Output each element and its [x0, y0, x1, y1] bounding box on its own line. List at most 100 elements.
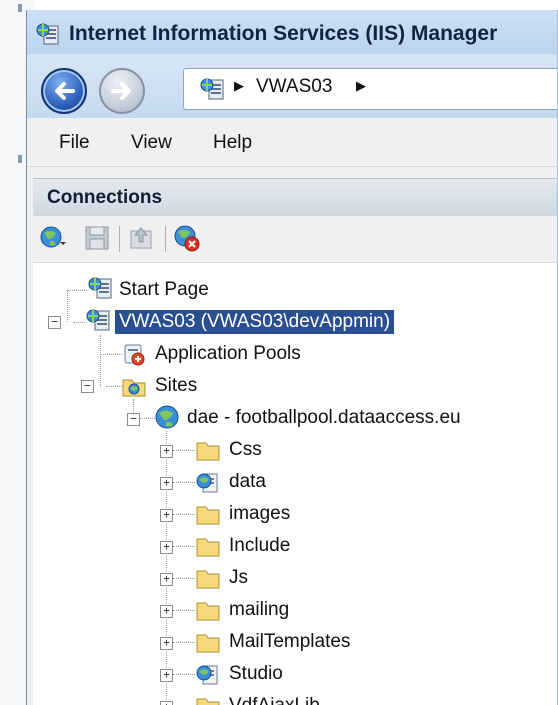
tree-connector [106, 386, 122, 388]
forward-button[interactable] [99, 68, 145, 114]
tree-item-folder[interactable]: MailTemplates [225, 627, 354, 657]
tree-connector [139, 418, 155, 420]
tree-item-folder[interactable]: images [225, 499, 294, 529]
tree-connector [173, 450, 195, 452]
upload-icon[interactable] [127, 224, 155, 252]
tree-item-application[interactable]: data [225, 467, 270, 497]
title-bar[interactable]: Internet Information Services (IIS) Mana… [27, 10, 558, 54]
tree-item-label: data [229, 471, 266, 492]
expand-toggle-icon[interactable]: + [160, 445, 173, 458]
tree-connector [67, 290, 87, 292]
tree-connector [166, 431, 168, 705]
toolbar-separator [119, 226, 120, 252]
connections-toolbar [33, 216, 558, 262]
sites-folder-icon [122, 379, 146, 397]
tree-connector [67, 290, 69, 322]
tree-item-start-page[interactable]: Start Page [115, 275, 213, 305]
folder-icon [196, 538, 220, 557]
address-bar[interactable]: ▶ VWAS03 ▶ [183, 68, 558, 110]
tree-connector [100, 335, 102, 387]
tree-connector [173, 642, 195, 644]
toolbar-separator [165, 226, 166, 252]
tree-connector [173, 578, 195, 580]
tree-item-application-pools[interactable]: Application Pools [151, 339, 305, 369]
expand-toggle-icon[interactable]: + [160, 637, 173, 650]
tree-item-label: Js [229, 567, 248, 588]
window-title: Internet Information Services (IIS) Mana… [69, 22, 498, 45]
menu-bar: File View Help [27, 118, 558, 167]
connections-title: Connections [47, 187, 163, 208]
tree-item-application[interactable]: Studio [225, 659, 287, 689]
tree-connector [173, 674, 195, 676]
disconnect-icon[interactable] [173, 224, 201, 252]
folder-icon [196, 506, 220, 525]
tree-item-server[interactable]: VWAS03 (VWAS03\devAppmin) [115, 307, 395, 337]
tree-item-label: mailing [229, 599, 290, 620]
breadcrumb-server[interactable]: VWAS03 [256, 76, 332, 98]
folder-icon [196, 698, 220, 705]
tree-connector [173, 546, 195, 548]
expand-toggle-icon[interactable]: + [160, 477, 173, 490]
tree-item-label: VWAS03 (VWAS03\devAppmin) [115, 310, 395, 334]
server-icon [200, 78, 224, 100]
expand-toggle-icon[interactable]: + [160, 605, 173, 618]
tree-item-sites[interactable]: Sites [151, 371, 201, 401]
tree-item-folder[interactable]: VdfAjaxLib [225, 691, 324, 705]
menu-view[interactable]: View [131, 132, 172, 154]
tree-connector [73, 322, 85, 324]
tree-connector [173, 610, 195, 612]
application-icon [196, 665, 218, 685]
tree-item-site[interactable]: dae - footballpool.dataaccess.eu [183, 403, 465, 433]
desktop-mark [18, 155, 22, 163]
collapse-toggle-icon[interactable]: − [81, 380, 94, 393]
tree-item-label: MailTemplates [229, 631, 351, 652]
tree-connector [173, 514, 195, 516]
connections-tree: Start Page − VWAS03 (VWAS03\devAppmin) A… [33, 262, 558, 705]
expand-toggle-icon[interactable]: + [160, 509, 173, 522]
collapse-toggle-icon[interactable]: − [48, 316, 61, 329]
tree-item-label: Application Pools [155, 343, 301, 364]
website-globe-icon [155, 405, 179, 429]
tree-item-label: Include [229, 535, 291, 556]
tree-item-folder[interactable]: Js [225, 563, 252, 593]
expand-toggle-icon[interactable]: + [160, 669, 173, 682]
application-pools-icon [124, 344, 145, 366]
folder-icon [196, 634, 220, 653]
expand-toggle-icon[interactable]: + [160, 573, 173, 586]
iis-manager-window: Internet Information Services (IIS) Mana… [26, 10, 558, 705]
tree-item-folder[interactable]: Include [225, 531, 294, 561]
expand-toggle-icon[interactable]: + [160, 701, 173, 705]
application-icon [196, 473, 218, 493]
menu-help[interactable]: Help [213, 132, 252, 154]
tree-item-label: VdfAjaxLib [225, 694, 324, 705]
tree-item-label: dae - footballpool.dataaccess.eu [187, 407, 461, 428]
server-icon [88, 277, 112, 299]
folder-icon [196, 442, 220, 461]
tree-item-label: Sites [155, 375, 198, 396]
navigation-bar: ▶ VWAS03 ▶ [27, 54, 558, 119]
tree-item-label: Studio [229, 663, 283, 684]
tree-connector [100, 354, 122, 356]
expand-toggle-icon[interactable]: + [160, 541, 173, 554]
tree-item-folder[interactable]: Css [225, 435, 266, 465]
tree-item-label: Css [229, 439, 262, 460]
tree-item-folder[interactable]: mailing [225, 595, 293, 625]
desktop-mark [18, 4, 22, 12]
connections-header: Connections [33, 178, 558, 218]
server-icon [86, 309, 110, 331]
forward-arrow-icon [111, 82, 131, 100]
save-icon[interactable] [83, 224, 111, 252]
tree-item-label: Start Page [119, 279, 209, 300]
back-arrow-icon [55, 82, 75, 100]
tree-connector [173, 482, 195, 484]
folder-icon [196, 602, 220, 621]
connect-globe-icon[interactable] [39, 224, 67, 252]
back-button[interactable] [41, 68, 87, 114]
tree-item-label: images [229, 503, 291, 524]
folder-icon [196, 570, 220, 589]
breadcrumb-chevron-icon[interactable]: ▶ [356, 79, 366, 94]
iis-app-icon [36, 23, 59, 45]
collapse-toggle-icon[interactable]: − [127, 413, 140, 426]
breadcrumb-chevron-icon[interactable]: ▶ [234, 79, 244, 94]
menu-file[interactable]: File [59, 132, 90, 154]
